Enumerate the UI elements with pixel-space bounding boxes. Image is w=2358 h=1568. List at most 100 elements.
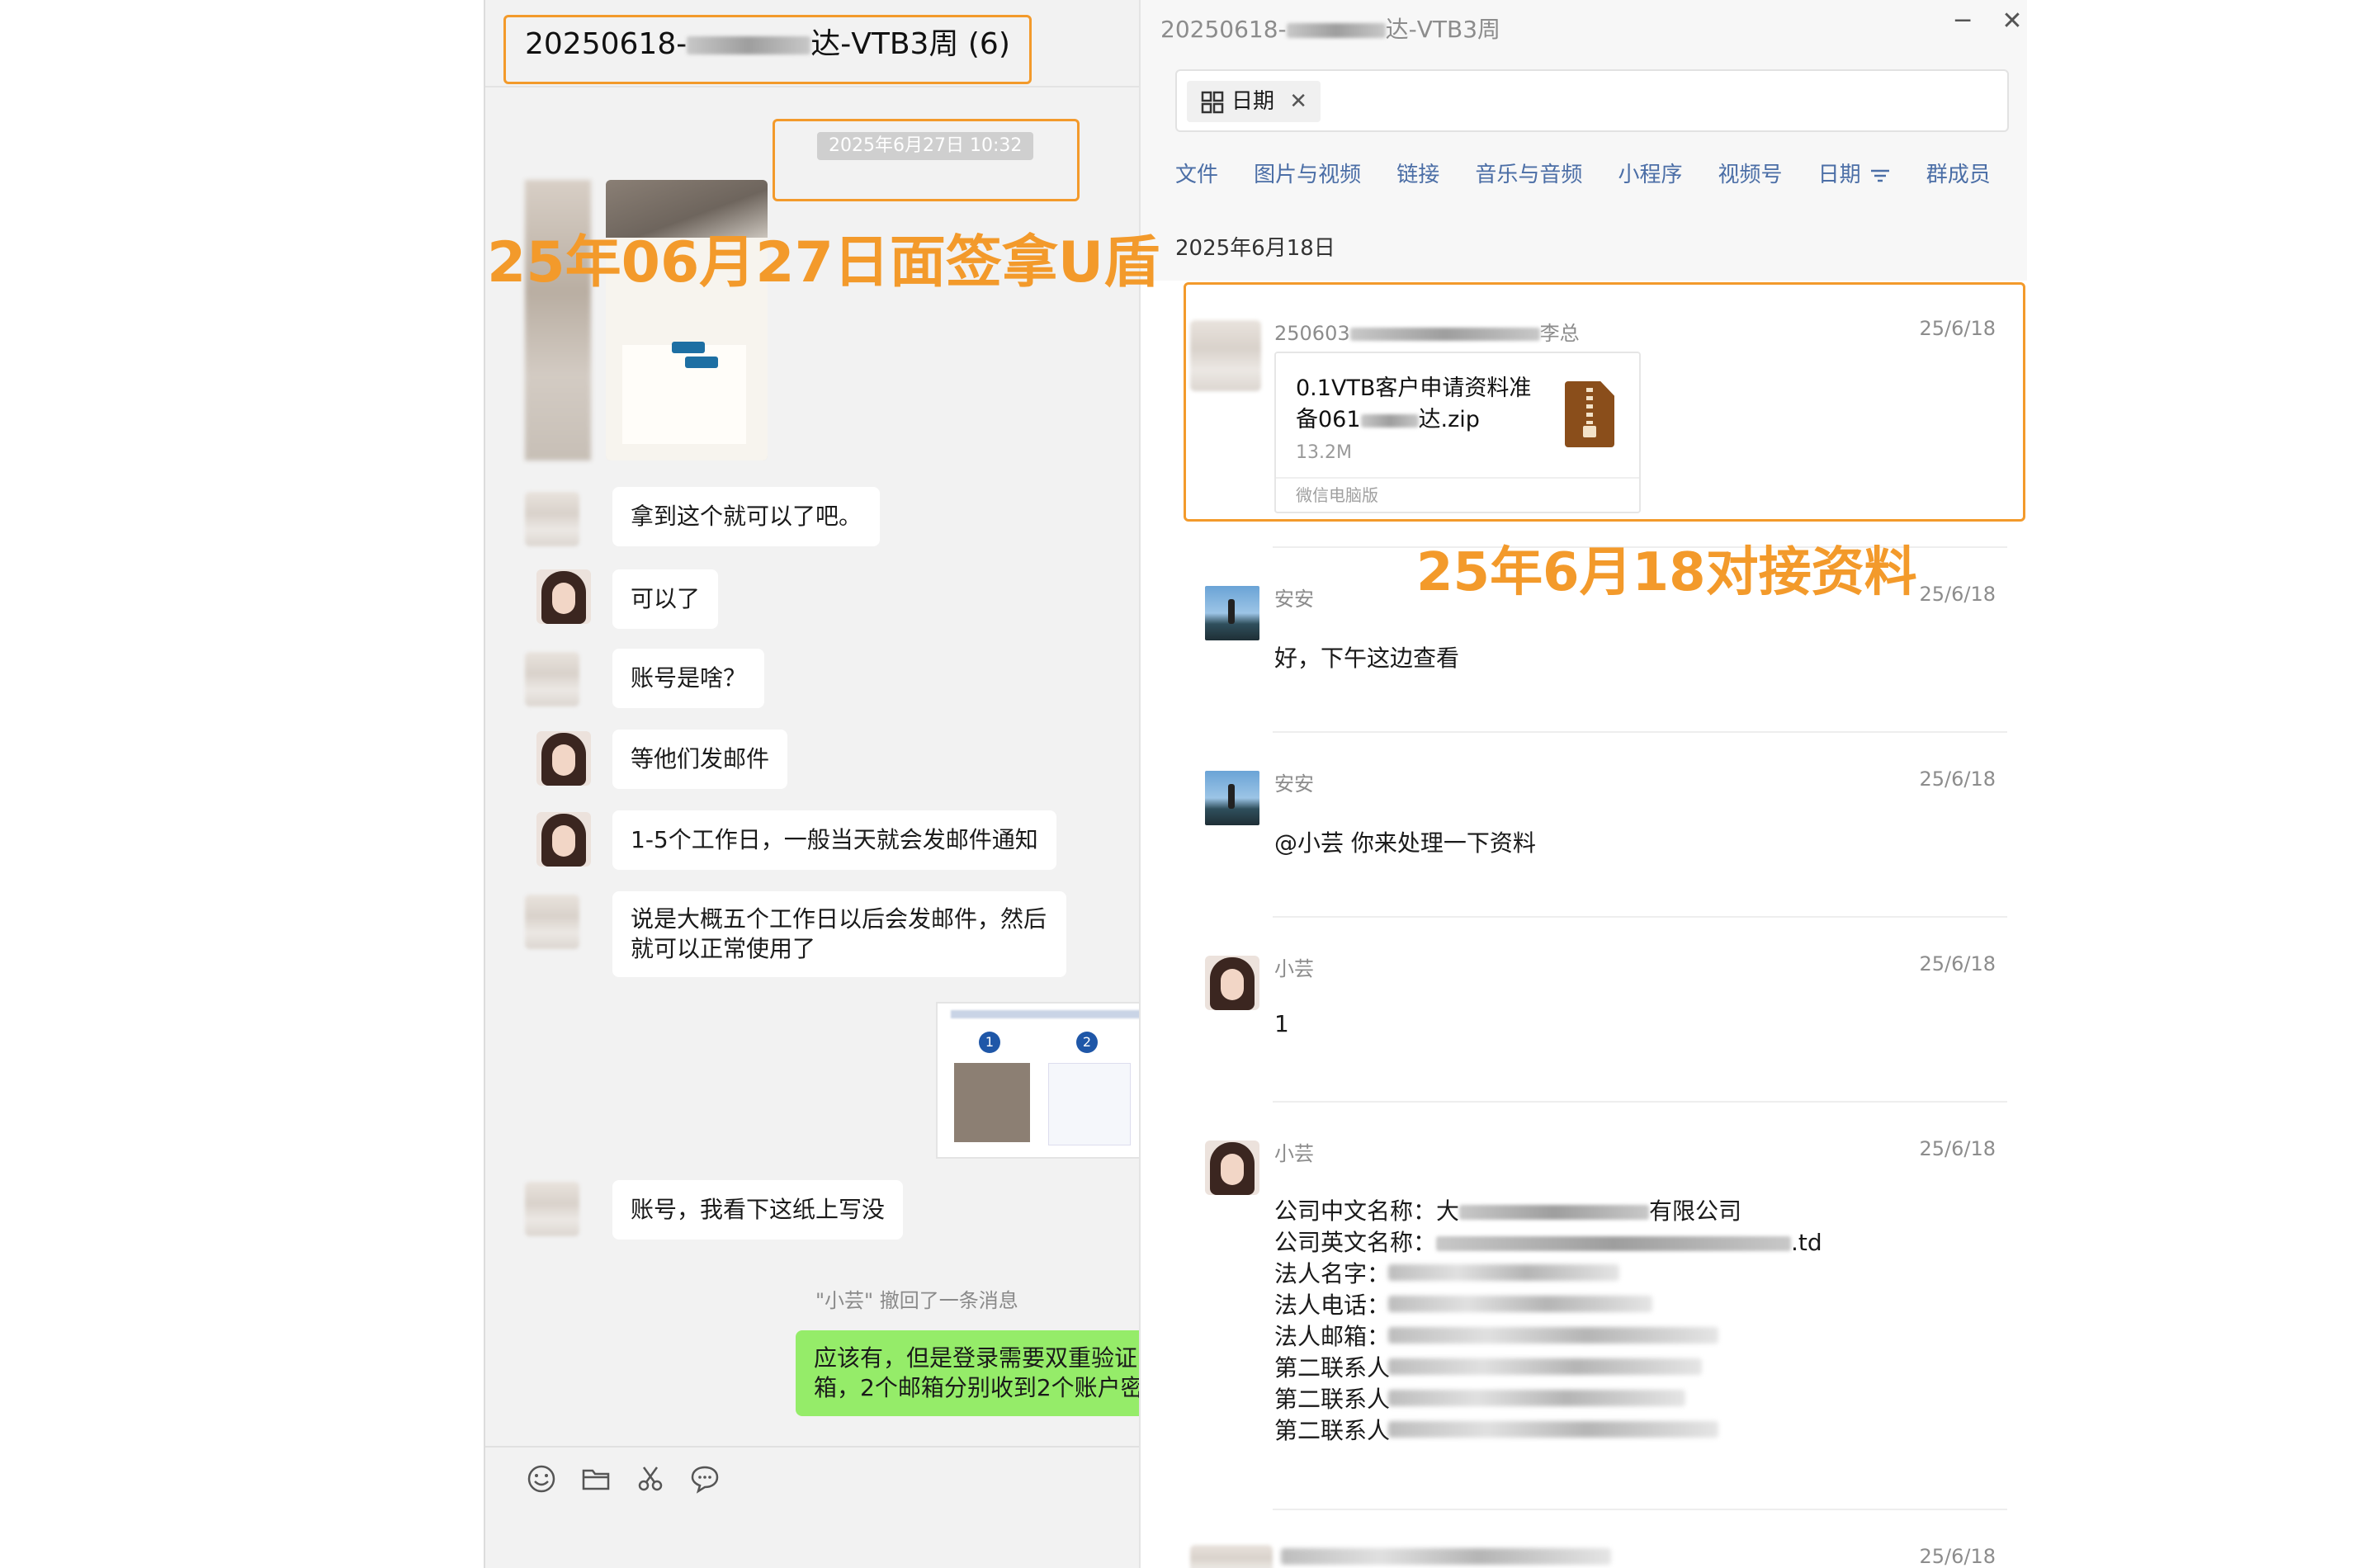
avatar[interactable]: [1205, 771, 1259, 825]
window-title-prefix: 20250618-: [1160, 16, 1287, 43]
legal-phone-label: 法人电话：: [1274, 1292, 1391, 1319]
message-date: 25/6/18: [1919, 583, 1996, 606]
close-button[interactable]: ✕: [1996, 7, 2027, 35]
legal-email-label: 法人邮箱：: [1274, 1323, 1391, 1350]
avatar[interactable]: [525, 652, 579, 706]
redacted-block: [1286, 23, 1386, 38]
avatar[interactable]: [525, 492, 579, 546]
line-prefix: 公司英文名称：: [1274, 1229, 1437, 1256]
tab-miniprogram[interactable]: 小程序: [1618, 157, 1682, 193]
chat-history-window: 20250618- 达-VTB3周 ─ ✕ 日期 ✕ 文件 图片与视频 链接 音乐…: [1139, 0, 2027, 1568]
tab-channels[interactable]: 视频号: [1718, 157, 1783, 193]
usb-key: [685, 357, 718, 368]
chat-message[interactable]: 拿到这个就可以了吧。: [612, 487, 881, 546]
filter-chip-label: 日期: [1231, 89, 1275, 114]
redacted-block: [1459, 1205, 1650, 1220]
message-separator: [1273, 1509, 2007, 1510]
step-one-badge: 1: [979, 1032, 1000, 1053]
photo-paper: [622, 345, 746, 444]
doc-header: [951, 1010, 1139, 1018]
line-suffix: 有限公司: [1649, 1197, 1742, 1225]
message-date: 25/6/18: [1919, 767, 1996, 791]
avatar[interactable]: [536, 812, 591, 867]
line-prefix: 公司中文名称：大: [1274, 1197, 1460, 1225]
section-date: 2025年6月18日: [1175, 236, 1335, 261]
redacted-block: [1281, 1548, 1611, 1565]
window-title-suffix: 达-VTB3周: [1385, 16, 1501, 43]
redacted-block: [1388, 1421, 1718, 1438]
company-cn-name[interactable]: 公司中文名称：大 有限公司: [1274, 1193, 1741, 1226]
scissors-icon[interactable]: [634, 1462, 667, 1495]
annotation-label: 25年06月27日面签拿U盾: [487, 230, 1160, 295]
sender-name: 安安: [1274, 588, 1314, 611]
tab-date-label: 日期: [1817, 163, 1861, 187]
date-filter-chip[interactable]: 日期 ✕: [1187, 81, 1321, 122]
window-title: 20250618- 达-VTB3周: [1160, 12, 1500, 45]
tab-members[interactable]: 群成员: [1926, 157, 1991, 193]
company-en-name[interactable]: 公司英文名称： .td: [1274, 1225, 1822, 1258]
filter-icon: [1870, 169, 1889, 182]
message-date: 25/6/18: [1919, 1545, 1996, 1568]
message-separator: [1273, 916, 2007, 918]
history-header: 20250618- 达-VTB3周 ─ ✕ 日期 ✕ 文件 图片与视频 链接 音乐…: [1141, 0, 2027, 281]
doc-text: [1048, 1063, 1131, 1145]
avatar[interactable]: [536, 731, 591, 786]
doc-photo: [954, 1063, 1030, 1142]
tab-music[interactable]: 音乐与音频: [1475, 157, 1582, 193]
divider: [485, 86, 1139, 87]
avatar[interactable]: [1190, 1545, 1273, 1568]
document-thumbnail[interactable]: 1 2: [936, 1002, 1139, 1159]
timestamp-highlight-box: [773, 119, 1080, 201]
grid-icon: [1201, 91, 1224, 113]
chat-bubble-icon[interactable]: [688, 1462, 721, 1495]
redacted-block: [1388, 1358, 1702, 1375]
sender-name: 小芸: [1274, 1142, 1314, 1165]
tab-files[interactable]: 文件: [1175, 157, 1218, 193]
sender-name: 安安: [1274, 772, 1314, 796]
message-text[interactable]: 好，下午这边查看: [1274, 640, 1459, 673]
tab-links[interactable]: 链接: [1396, 157, 1439, 193]
message-date: 25/6/18: [1919, 1137, 1996, 1160]
annotation-label: 25年6月18对接资料: [1416, 542, 1917, 603]
message-text[interactable]: @小芸 你来处理一下资料: [1274, 825, 1536, 858]
avatar[interactable]: [1205, 586, 1259, 640]
chat-message[interactable]: 1-5个工作日，一般当天就会发邮件通知: [612, 810, 1056, 870]
chat-message[interactable]: 等他们发邮件: [612, 730, 788, 789]
chat-message[interactable]: 说是大概五个工作日以后会发邮件，然后就可以正常使用了: [612, 891, 1066, 977]
redacted-block: [1388, 1390, 1685, 1406]
message-date: 25/6/18: [1919, 952, 1996, 975]
minimize-button[interactable]: ─: [1946, 7, 1979, 35]
redacted-block: [1388, 1296, 1652, 1312]
message-separator: [1273, 1101, 2007, 1103]
line-suffix: .td: [1791, 1229, 1822, 1256]
title-highlight-box: [503, 15, 1032, 84]
search-input[interactable]: 日期 ✕: [1175, 69, 2009, 132]
message-separator: [1273, 731, 2007, 733]
avatar[interactable]: [525, 1182, 579, 1236]
folder-icon[interactable]: [579, 1462, 612, 1495]
avatar[interactable]: [1205, 956, 1259, 1010]
recall-notice: "小芸" 撤回了一条消息: [815, 1289, 1018, 1312]
chat-message[interactable]: 账号，我看下这纸上写没: [612, 1180, 904, 1240]
close-icon[interactable]: ✕: [1289, 89, 1307, 114]
contact-label: 第二联系人: [1274, 1417, 1391, 1444]
sent-message[interactable]: 应该有，但是登录需要双重验证箱，2个邮箱分别收到2个账户密: [796, 1330, 1139, 1416]
contact-label: 第二联系人: [1274, 1386, 1391, 1413]
usb-key: [672, 342, 705, 353]
chat-message[interactable]: 可以了: [612, 569, 719, 629]
redacted-block: [1388, 1327, 1718, 1344]
tab-date[interactable]: 日期: [1818, 157, 1891, 193]
input-divider: [485, 1446, 1139, 1448]
emoji-icon[interactable]: [525, 1462, 558, 1495]
message-text[interactable]: 1: [1274, 1010, 1289, 1037]
avatar[interactable]: [536, 569, 591, 624]
legal-name-label: 法人名字：: [1274, 1260, 1391, 1287]
step-two-badge: 2: [1076, 1032, 1098, 1053]
redacted-block: [1388, 1264, 1619, 1281]
avatar[interactable]: [525, 895, 579, 949]
category-tabs: 文件 图片与视频 链接 音乐与音频 小程序 视频号 日期 群成员: [1175, 157, 2022, 193]
tab-media[interactable]: 图片与视频: [1254, 157, 1361, 193]
chat-message[interactable]: 账号是啥？: [612, 649, 765, 708]
avatar[interactable]: [1205, 1141, 1259, 1195]
sender-name: 小芸: [1274, 957, 1314, 980]
